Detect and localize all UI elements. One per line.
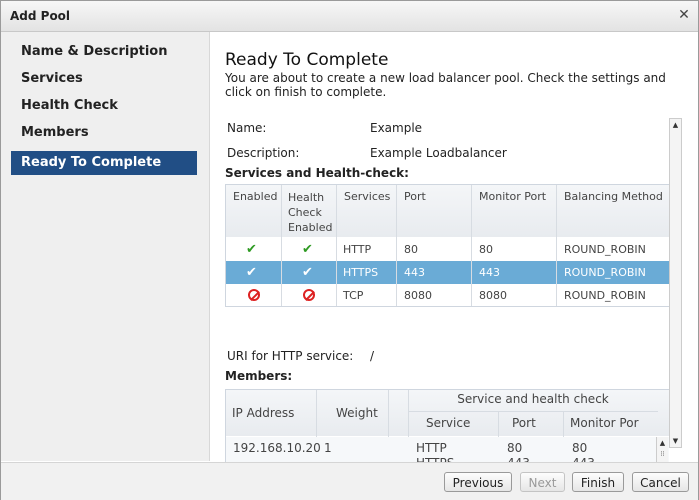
service-cell: TCP bbox=[343, 289, 364, 302]
intro-text: You are about to create a new load balan… bbox=[225, 71, 666, 99]
cancel-button[interactable]: Cancel bbox=[632, 472, 689, 492]
port-cell: 443 bbox=[404, 266, 425, 279]
uri-value: / bbox=[370, 349, 375, 363]
col-divider bbox=[336, 185, 337, 306]
col-divider bbox=[471, 185, 472, 306]
monitor-port-cell: 443 bbox=[479, 266, 500, 279]
service-cell: HTTPS bbox=[343, 266, 379, 279]
dialog-title: Add Pool bbox=[10, 9, 71, 23]
monitor-port-cell: 80 bbox=[479, 243, 493, 256]
service-group-header: Service and health check bbox=[457, 392, 609, 406]
next-button[interactable]: Next bbox=[520, 472, 565, 492]
col-port-header: Port bbox=[404, 190, 426, 203]
port-cell: 80 bbox=[404, 243, 418, 256]
table-row[interactable]: ✔ ✔ HTTPS 443 443 ROUND_ROBIN bbox=[226, 261, 669, 284]
services-section-title: Services and Health-check: bbox=[225, 166, 409, 180]
port-cell: 8080 bbox=[404, 289, 432, 302]
step-services[interactable]: Services bbox=[11, 67, 197, 91]
method-cell: ROUND_ROBIN bbox=[564, 243, 646, 256]
wizard-steps: Name & Description Services Health Check… bbox=[1, 32, 210, 461]
col-weight-header: Weight bbox=[336, 406, 378, 420]
col-method-header: Balancing Method bbox=[564, 190, 663, 203]
dialog-footer: Previous Next Finish Cancel bbox=[1, 462, 698, 500]
col-divider bbox=[281, 185, 282, 306]
uri-label: URI for HTTP service: bbox=[227, 349, 354, 363]
check-icon: ✔ bbox=[302, 242, 313, 257]
col-monitor-port-header: Monitor Port bbox=[479, 190, 547, 203]
col-divider bbox=[556, 185, 557, 306]
scroll-down-icon[interactable]: ▼ bbox=[670, 435, 681, 447]
step-name-description[interactable]: Name & Description bbox=[11, 40, 197, 64]
services-table-header: Enabled Health Check Enabled Services Po… bbox=[226, 185, 669, 237]
grip-icon: ⁞⁞ bbox=[660, 450, 665, 458]
col-enabled-header: Enabled bbox=[233, 190, 278, 203]
previous-button[interactable]: Previous bbox=[444, 472, 512, 492]
ip-cell: 192.168.10.20 bbox=[233, 441, 321, 455]
monitor-port-cell: 8080 bbox=[479, 289, 507, 302]
scroll-up-icon[interactable]: ▲ bbox=[657, 437, 668, 449]
method-cell: ROUND_ROBIN bbox=[564, 266, 646, 279]
close-icon[interactable]: ✕ bbox=[676, 7, 692, 23]
name-label: Name: bbox=[227, 121, 267, 135]
table-row[interactable]: ✔ ✔ HTTP 80 80 ROUND_ROBIN bbox=[226, 238, 669, 261]
method-cell: ROUND_ROBIN bbox=[564, 289, 646, 302]
col-service-header: Service bbox=[426, 416, 471, 430]
scroll-up-icon[interactable]: ▲ bbox=[670, 119, 681, 131]
monitor-port-cell: 80 bbox=[572, 441, 588, 455]
services-table: Enabled Health Check Enabled Services Po… bbox=[225, 184, 669, 307]
add-pool-dialog: Add Pool ✕ Name & Description Services H… bbox=[0, 0, 699, 500]
col-divider bbox=[396, 185, 397, 306]
step-ready-to-complete[interactable]: Ready To Complete bbox=[11, 151, 197, 175]
description-label: Description: bbox=[227, 146, 300, 160]
check-icon: ✔ bbox=[302, 265, 313, 280]
step-members[interactable]: Members bbox=[11, 121, 197, 145]
page-title: Ready To Complete bbox=[225, 50, 389, 70]
weight-cell: 1 bbox=[324, 441, 332, 455]
col-monitor-header: Monitor Por bbox=[570, 416, 639, 430]
members-section-title: Members: bbox=[225, 369, 293, 383]
step-health-check[interactable]: Health Check bbox=[11, 94, 197, 118]
disabled-icon bbox=[248, 289, 260, 304]
service-cell: HTTP bbox=[343, 243, 372, 256]
check-icon: ✔ bbox=[246, 265, 257, 280]
summary-scroll-area[interactable]: Name: Example Description: Example Loadb… bbox=[225, 118, 669, 474]
disabled-icon bbox=[303, 289, 315, 304]
summary-scrollbar[interactable]: ▲ ▼ bbox=[669, 118, 682, 448]
finish-button[interactable]: Finish bbox=[572, 472, 624, 492]
col-ip-header: IP Address bbox=[232, 406, 295, 420]
main-panel: Ready To Complete You are about to creat… bbox=[210, 32, 698, 474]
service-cell: HTTP bbox=[416, 441, 447, 455]
col-health-header: Health Check Enabled bbox=[288, 191, 333, 234]
col-services-header: Services bbox=[344, 190, 391, 203]
dialog-titlebar[interactable]: Add Pool ✕ bbox=[1, 1, 698, 32]
members-table-header: IP Address Weight Service and health che… bbox=[226, 390, 669, 436]
name-value: Example bbox=[370, 121, 423, 135]
check-icon: ✔ bbox=[246, 242, 257, 257]
group-divider bbox=[408, 411, 658, 412]
description-value: Example Loadbalancer bbox=[370, 146, 507, 160]
col-port-header: Port bbox=[512, 416, 536, 430]
table-row[interactable]: TCP 8080 8080 ROUND_ROBIN bbox=[226, 284, 669, 307]
port-cell: 80 bbox=[507, 441, 523, 455]
